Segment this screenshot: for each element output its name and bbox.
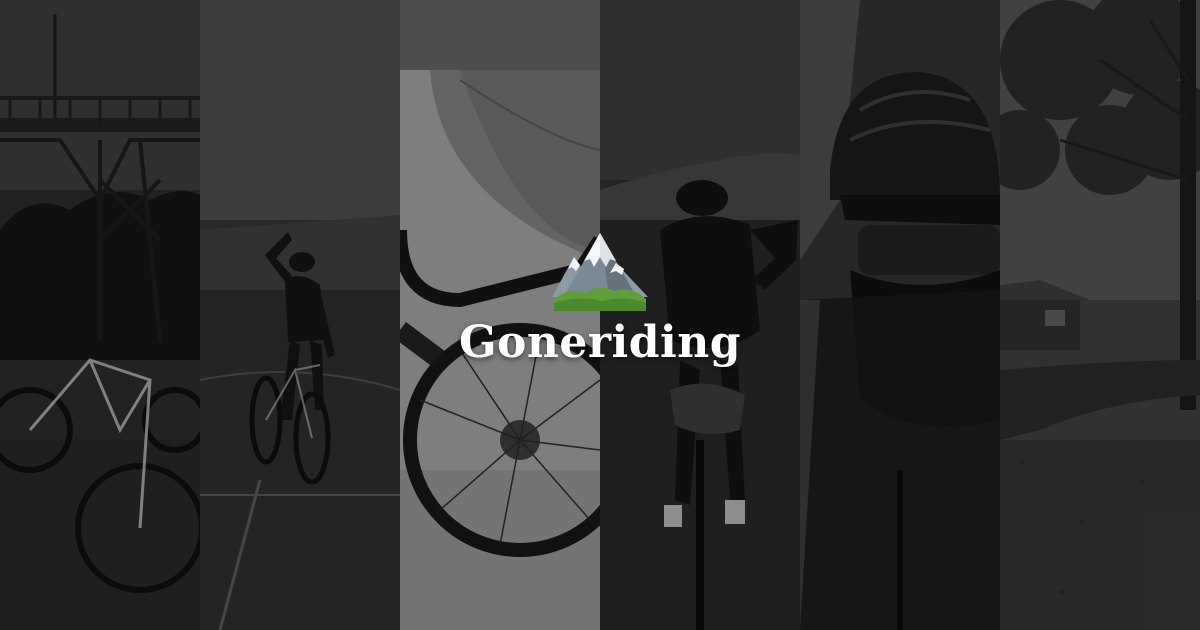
photo-strip-rider-selfie: [800, 0, 1000, 630]
rider-selfie-image: [800, 0, 1000, 630]
photo-strip-gravel-road: [400, 0, 600, 630]
photo-collage: [0, 0, 1200, 630]
gravel-road-wheel-image: [400, 0, 600, 630]
rider-from-behind-image: [600, 0, 800, 630]
photo-strip-bridge-bikes: [0, 0, 200, 630]
photo-strip-rider-behind: [600, 0, 800, 630]
photo-strip-rider-celebrating: [200, 0, 400, 630]
park-path-tree-image: [1000, 0, 1200, 630]
photo-strip-park-path: [1000, 0, 1200, 630]
rider-celebrating-image: [200, 0, 400, 630]
bridge-bikes-image: [0, 0, 200, 630]
hero-banner: Goneriding: [0, 0, 1200, 630]
